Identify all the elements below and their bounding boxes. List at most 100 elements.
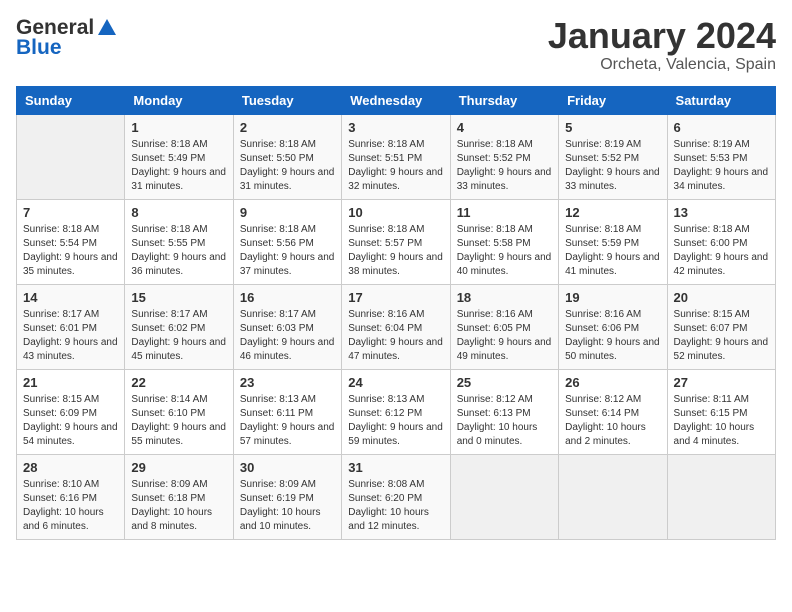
logo: General Blue	[16, 16, 118, 60]
day-cell	[450, 454, 558, 539]
day-cell: 28 Sunrise: 8:10 AMSunset: 6:16 PMDaylig…	[17, 454, 125, 539]
calendar-table: SundayMondayTuesdayWednesdayThursdayFrid…	[16, 86, 776, 540]
header: General Blue January 2024 Orcheta, Valen…	[16, 16, 776, 74]
day-cell	[559, 454, 667, 539]
day-cell: 16 Sunrise: 8:17 AMSunset: 6:03 PMDaylig…	[233, 284, 341, 369]
day-number: 7	[23, 205, 118, 220]
day-info: Sunrise: 8:14 AMSunset: 6:10 PMDaylight:…	[131, 394, 226, 447]
day-cell: 10 Sunrise: 8:18 AMSunset: 5:57 PMDaylig…	[342, 199, 450, 284]
weekday-header-sunday: Sunday	[17, 86, 125, 114]
day-number: 13	[674, 205, 769, 220]
weekday-header-row: SundayMondayTuesdayWednesdayThursdayFrid…	[17, 86, 776, 114]
day-cell: 20 Sunrise: 8:15 AMSunset: 6:07 PMDaylig…	[667, 284, 775, 369]
week-row-1: 1 Sunrise: 8:18 AMSunset: 5:49 PMDayligh…	[17, 114, 776, 199]
title-area: January 2024 Orcheta, Valencia, Spain	[548, 16, 776, 74]
day-cell: 22 Sunrise: 8:14 AMSunset: 6:10 PMDaylig…	[125, 369, 233, 454]
day-number: 25	[457, 375, 552, 390]
day-cell: 31 Sunrise: 8:08 AMSunset: 6:20 PMDaylig…	[342, 454, 450, 539]
day-info: Sunrise: 8:18 AMSunset: 6:00 PMDaylight:…	[674, 224, 769, 277]
day-cell: 5 Sunrise: 8:19 AMSunset: 5:52 PMDayligh…	[559, 114, 667, 199]
day-info: Sunrise: 8:18 AMSunset: 5:59 PMDaylight:…	[565, 224, 660, 277]
week-row-4: 21 Sunrise: 8:15 AMSunset: 6:09 PMDaylig…	[17, 369, 776, 454]
weekday-header-saturday: Saturday	[667, 86, 775, 114]
day-info: Sunrise: 8:15 AMSunset: 6:09 PMDaylight:…	[23, 394, 118, 447]
day-number: 5	[565, 120, 660, 135]
day-cell: 12 Sunrise: 8:18 AMSunset: 5:59 PMDaylig…	[559, 199, 667, 284]
day-cell: 17 Sunrise: 8:16 AMSunset: 6:04 PMDaylig…	[342, 284, 450, 369]
day-info: Sunrise: 8:18 AMSunset: 5:57 PMDaylight:…	[348, 224, 443, 277]
day-number: 4	[457, 120, 552, 135]
weekday-header-monday: Monday	[125, 86, 233, 114]
day-number: 24	[348, 375, 443, 390]
day-info: Sunrise: 8:09 AMSunset: 6:18 PMDaylight:…	[131, 479, 212, 532]
day-info: Sunrise: 8:19 AMSunset: 5:53 PMDaylight:…	[674, 139, 769, 192]
day-cell: 6 Sunrise: 8:19 AMSunset: 5:53 PMDayligh…	[667, 114, 775, 199]
day-info: Sunrise: 8:16 AMSunset: 6:05 PMDaylight:…	[457, 309, 552, 362]
day-info: Sunrise: 8:10 AMSunset: 6:16 PMDaylight:…	[23, 479, 104, 532]
day-number: 30	[240, 460, 335, 475]
day-info: Sunrise: 8:08 AMSunset: 6:20 PMDaylight:…	[348, 479, 429, 532]
day-number: 9	[240, 205, 335, 220]
day-info: Sunrise: 8:09 AMSunset: 6:19 PMDaylight:…	[240, 479, 321, 532]
day-cell: 1 Sunrise: 8:18 AMSunset: 5:49 PMDayligh…	[125, 114, 233, 199]
day-number: 2	[240, 120, 335, 135]
day-cell: 7 Sunrise: 8:18 AMSunset: 5:54 PMDayligh…	[17, 199, 125, 284]
week-row-5: 28 Sunrise: 8:10 AMSunset: 6:16 PMDaylig…	[17, 454, 776, 539]
weekday-header-wednesday: Wednesday	[342, 86, 450, 114]
weekday-header-tuesday: Tuesday	[233, 86, 341, 114]
day-number: 27	[674, 375, 769, 390]
logo-icon	[96, 17, 118, 39]
day-cell: 8 Sunrise: 8:18 AMSunset: 5:55 PMDayligh…	[125, 199, 233, 284]
day-cell: 29 Sunrise: 8:09 AMSunset: 6:18 PMDaylig…	[125, 454, 233, 539]
week-row-3: 14 Sunrise: 8:17 AMSunset: 6:01 PMDaylig…	[17, 284, 776, 369]
day-number: 18	[457, 290, 552, 305]
day-number: 21	[23, 375, 118, 390]
day-info: Sunrise: 8:18 AMSunset: 5:49 PMDaylight:…	[131, 139, 226, 192]
day-info: Sunrise: 8:12 AMSunset: 6:14 PMDaylight:…	[565, 394, 646, 447]
day-cell: 4 Sunrise: 8:18 AMSunset: 5:52 PMDayligh…	[450, 114, 558, 199]
day-number: 17	[348, 290, 443, 305]
day-number: 6	[674, 120, 769, 135]
day-info: Sunrise: 8:17 AMSunset: 6:03 PMDaylight:…	[240, 309, 335, 362]
day-number: 22	[131, 375, 226, 390]
day-info: Sunrise: 8:17 AMSunset: 6:01 PMDaylight:…	[23, 309, 118, 362]
day-number: 16	[240, 290, 335, 305]
day-info: Sunrise: 8:18 AMSunset: 5:52 PMDaylight:…	[457, 139, 552, 192]
day-info: Sunrise: 8:15 AMSunset: 6:07 PMDaylight:…	[674, 309, 769, 362]
day-info: Sunrise: 8:17 AMSunset: 6:02 PMDaylight:…	[131, 309, 226, 362]
day-cell	[17, 114, 125, 199]
day-cell: 30 Sunrise: 8:09 AMSunset: 6:19 PMDaylig…	[233, 454, 341, 539]
day-cell: 18 Sunrise: 8:16 AMSunset: 6:05 PMDaylig…	[450, 284, 558, 369]
day-number: 23	[240, 375, 335, 390]
day-info: Sunrise: 8:18 AMSunset: 5:54 PMDaylight:…	[23, 224, 118, 277]
day-cell: 26 Sunrise: 8:12 AMSunset: 6:14 PMDaylig…	[559, 369, 667, 454]
day-number: 10	[348, 205, 443, 220]
day-info: Sunrise: 8:18 AMSunset: 5:50 PMDaylight:…	[240, 139, 335, 192]
day-cell: 27 Sunrise: 8:11 AMSunset: 6:15 PMDaylig…	[667, 369, 775, 454]
day-number: 8	[131, 205, 226, 220]
day-info: Sunrise: 8:16 AMSunset: 6:06 PMDaylight:…	[565, 309, 660, 362]
day-cell	[667, 454, 775, 539]
day-number: 12	[565, 205, 660, 220]
day-cell: 19 Sunrise: 8:16 AMSunset: 6:06 PMDaylig…	[559, 284, 667, 369]
day-number: 14	[23, 290, 118, 305]
weekday-header-friday: Friday	[559, 86, 667, 114]
month-title: January 2024	[548, 16, 776, 56]
day-cell: 24 Sunrise: 8:13 AMSunset: 6:12 PMDaylig…	[342, 369, 450, 454]
day-info: Sunrise: 8:13 AMSunset: 6:12 PMDaylight:…	[348, 394, 443, 447]
day-info: Sunrise: 8:11 AMSunset: 6:15 PMDaylight:…	[674, 394, 755, 447]
day-number: 15	[131, 290, 226, 305]
day-number: 11	[457, 205, 552, 220]
day-number: 31	[348, 460, 443, 475]
day-number: 29	[131, 460, 226, 475]
day-cell: 13 Sunrise: 8:18 AMSunset: 6:00 PMDaylig…	[667, 199, 775, 284]
day-info: Sunrise: 8:18 AMSunset: 5:58 PMDaylight:…	[457, 224, 552, 277]
day-info: Sunrise: 8:12 AMSunset: 6:13 PMDaylight:…	[457, 394, 538, 447]
day-number: 19	[565, 290, 660, 305]
day-cell: 3 Sunrise: 8:18 AMSunset: 5:51 PMDayligh…	[342, 114, 450, 199]
day-cell: 21 Sunrise: 8:15 AMSunset: 6:09 PMDaylig…	[17, 369, 125, 454]
day-number: 3	[348, 120, 443, 135]
day-number: 28	[23, 460, 118, 475]
location-title: Orcheta, Valencia, Spain	[548, 56, 776, 74]
day-number: 26	[565, 375, 660, 390]
